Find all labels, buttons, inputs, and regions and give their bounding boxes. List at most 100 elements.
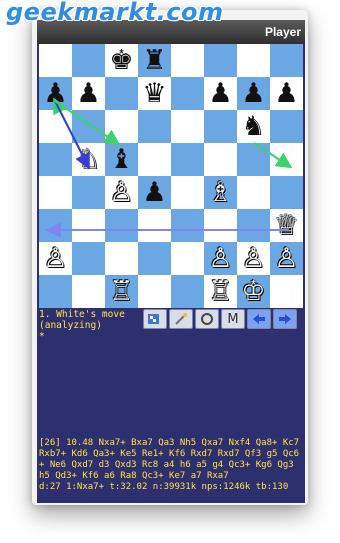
- board-square[interactable]: [171, 242, 204, 275]
- board-square[interactable]: ♞: [237, 110, 270, 143]
- chess-piece[interactable]: ♕: [274, 209, 298, 242]
- board-square[interactable]: ♙: [204, 242, 237, 275]
- cycle-icon[interactable]: [195, 309, 219, 329]
- chess-piece[interactable]: ♙: [43, 242, 67, 275]
- chess-piece[interactable]: ♞: [241, 110, 265, 143]
- board-square[interactable]: [270, 176, 303, 209]
- board-square[interactable]: [39, 110, 72, 143]
- board-square[interactable]: [39, 176, 72, 209]
- chess-piece[interactable]: ♟: [274, 77, 298, 110]
- board-square[interactable]: ♟: [72, 77, 105, 110]
- board-square[interactable]: ♙: [105, 176, 138, 209]
- chess-piece[interactable]: ♙: [241, 242, 265, 275]
- chess-piece[interactable]: ♛: [142, 77, 166, 110]
- board-square[interactable]: [237, 143, 270, 176]
- chess-piece[interactable]: ♜: [142, 44, 166, 77]
- player-label: Player: [264, 25, 301, 39]
- board-square[interactable]: [72, 110, 105, 143]
- chess-piece[interactable]: ♟: [76, 77, 100, 110]
- board-square[interactable]: [72, 44, 105, 77]
- board-square[interactable]: [171, 275, 204, 308]
- chess-board[interactable]: ♚ ♜ ♟ ♟ ♛ ♟ ♟ ♟ ♞ ♘ ♝ ♙ ♟ ♗ ♕ ♙ ♙ ♙ ♙ ♖ ♖ ♔: [39, 44, 303, 308]
- board-square[interactable]: ♝: [105, 143, 138, 176]
- board-square[interactable]: ♟: [204, 77, 237, 110]
- chess-piece[interactable]: ♚: [109, 44, 133, 77]
- board-square[interactable]: [105, 209, 138, 242]
- board-square[interactable]: ♙: [237, 242, 270, 275]
- board-square[interactable]: ♔: [237, 275, 270, 308]
- board-square[interactable]: ♖: [204, 275, 237, 308]
- board-square[interactable]: [171, 77, 204, 110]
- board-square[interactable]: ♕: [270, 209, 303, 242]
- board-square[interactable]: [105, 242, 138, 275]
- flip-board-icon[interactable]: [143, 309, 167, 329]
- board-square[interactable]: ♟: [39, 77, 72, 110]
- board-square[interactable]: ♗: [204, 176, 237, 209]
- app-screen: Player ♚ ♜ ♟ ♟ ♛ ♟ ♟ ♟ ♞ ♘ ♝ ♙ ♟ ♗ ♕ ♙ ♙ ♙ ♙ ♖ ♖ ♔ 1. White's…: [37, 20, 305, 503]
- chess-piece[interactable]: ♙: [208, 242, 232, 275]
- status-move: 1. White's move: [39, 309, 125, 320]
- chess-piece[interactable]: ♟: [142, 176, 166, 209]
- board-square[interactable]: [237, 176, 270, 209]
- board-square[interactable]: [171, 209, 204, 242]
- board-square[interactable]: [171, 143, 204, 176]
- board-square[interactable]: [171, 110, 204, 143]
- chess-piece[interactable]: ♟: [43, 77, 67, 110]
- board-square[interactable]: [204, 110, 237, 143]
- board-square[interactable]: [72, 176, 105, 209]
- board-square[interactable]: ♜: [138, 44, 171, 77]
- board-square[interactable]: ♙: [39, 242, 72, 275]
- board-square[interactable]: ♟: [270, 77, 303, 110]
- board-square[interactable]: [171, 44, 204, 77]
- board-square[interactable]: [270, 143, 303, 176]
- board-square[interactable]: [39, 209, 72, 242]
- board-square[interactable]: [138, 143, 171, 176]
- status-star: *: [39, 331, 45, 342]
- chess-piece[interactable]: ♗: [208, 176, 232, 209]
- chess-piece[interactable]: ♔: [241, 275, 265, 308]
- board-square[interactable]: [72, 275, 105, 308]
- board-square[interactable]: [39, 275, 72, 308]
- menu-m-label: M: [227, 311, 239, 327]
- board-square[interactable]: [204, 44, 237, 77]
- board-square[interactable]: ♛: [138, 77, 171, 110]
- board-square[interactable]: ♟: [138, 176, 171, 209]
- board-square[interactable]: ♟: [237, 77, 270, 110]
- chess-piece[interactable]: ♟: [208, 77, 232, 110]
- board-square[interactable]: [138, 209, 171, 242]
- menu-m-icon[interactable]: M: [221, 309, 245, 329]
- toolbar: M: [143, 309, 297, 329]
- forward-arrow-icon[interactable]: [273, 309, 297, 329]
- board-square[interactable]: [270, 110, 303, 143]
- back-arrow-icon[interactable]: [247, 309, 271, 329]
- board-square[interactable]: [237, 209, 270, 242]
- board-square[interactable]: [72, 242, 105, 275]
- chess-piece[interactable]: ♙: [109, 176, 133, 209]
- chess-piece[interactable]: ♘: [76, 143, 100, 176]
- board-square[interactable]: [138, 275, 171, 308]
- magic-wand-icon[interactable]: [169, 309, 193, 329]
- board-square[interactable]: ♖: [105, 275, 138, 308]
- board-square[interactable]: ♙: [270, 242, 303, 275]
- chess-piece[interactable]: ♟: [241, 77, 265, 110]
- board-square[interactable]: [204, 143, 237, 176]
- board-square[interactable]: [105, 77, 138, 110]
- board-square[interactable]: ♘: [72, 143, 105, 176]
- board-square[interactable]: [237, 44, 270, 77]
- board-square[interactable]: [204, 209, 237, 242]
- board-square[interactable]: [138, 110, 171, 143]
- board-square[interactable]: [138, 242, 171, 275]
- board-square[interactable]: [105, 110, 138, 143]
- chess-piece[interactable]: ♙: [274, 242, 298, 275]
- board-square[interactable]: ♚: [105, 44, 138, 77]
- chess-piece[interactable]: ♖: [208, 275, 232, 308]
- board-square[interactable]: [270, 44, 303, 77]
- board-square[interactable]: [270, 275, 303, 308]
- board-square[interactable]: [39, 143, 72, 176]
- chess-piece[interactable]: ♝: [109, 143, 133, 176]
- board-square[interactable]: [171, 176, 204, 209]
- board-square[interactable]: [39, 44, 72, 77]
- board-square[interactable]: [72, 209, 105, 242]
- chess-piece[interactable]: ♖: [109, 275, 133, 308]
- game-status: 1. White's move (analyzing) *: [39, 309, 125, 342]
